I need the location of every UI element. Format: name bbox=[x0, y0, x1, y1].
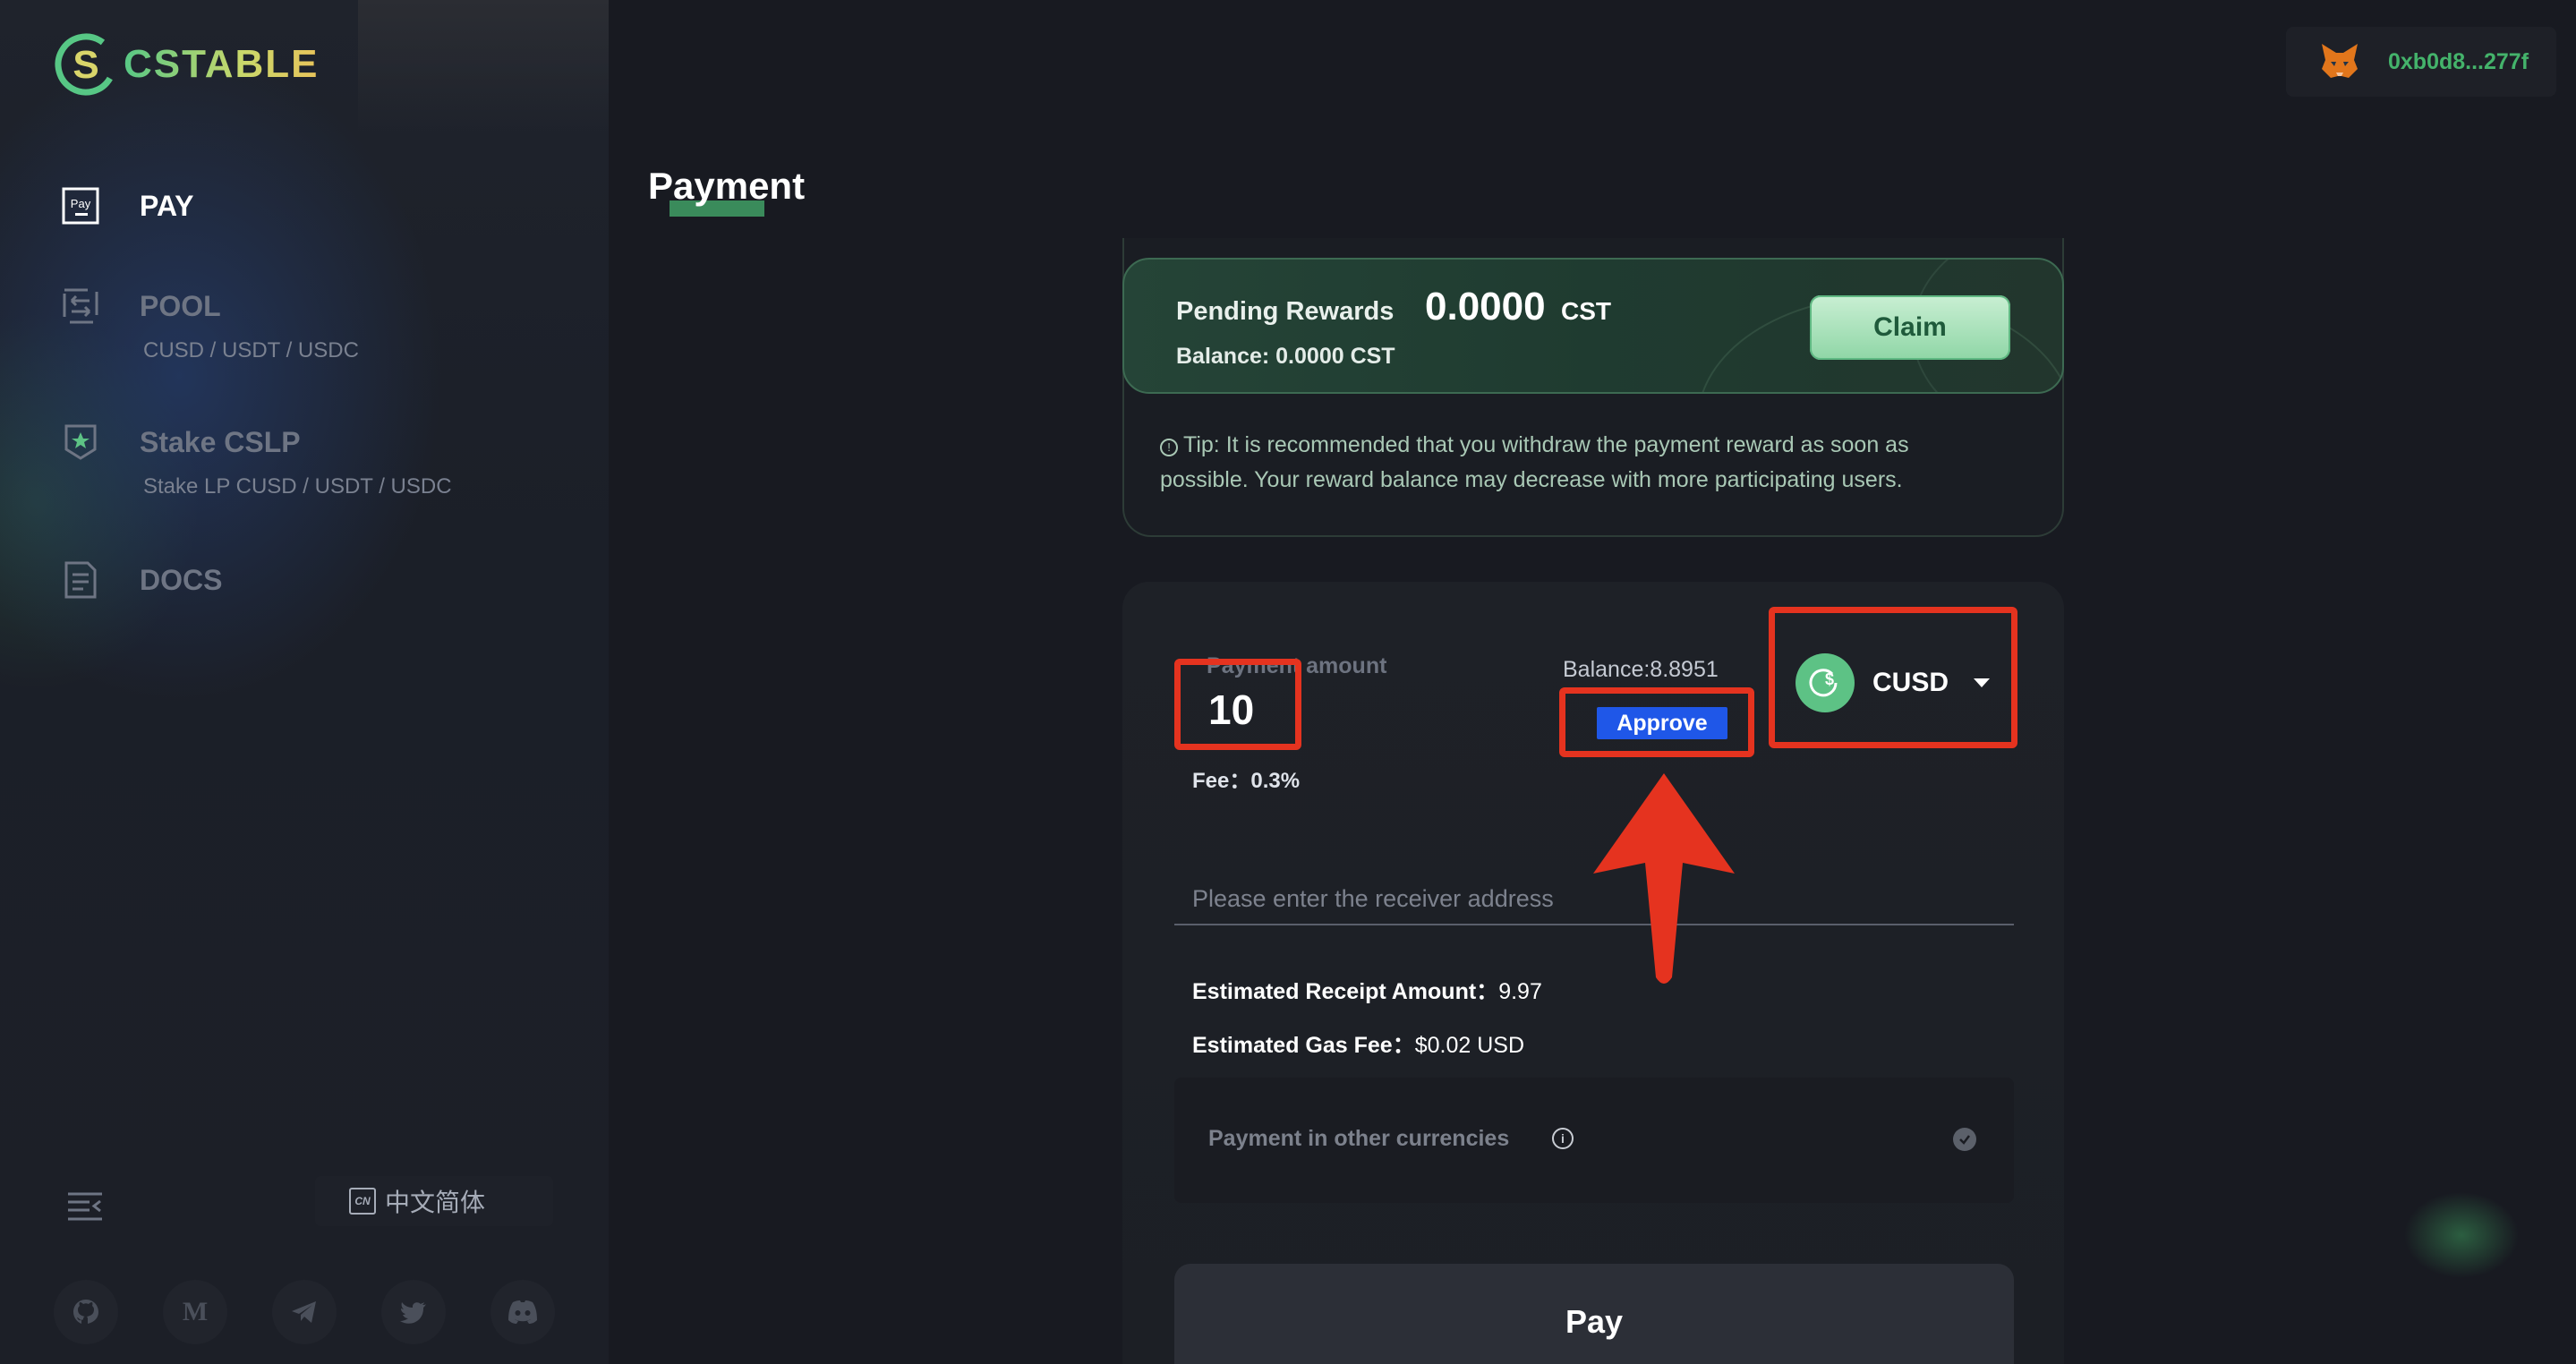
fee-text: Fee：0.3% bbox=[1192, 769, 1301, 793]
discord-icon bbox=[508, 1300, 537, 1324]
sidebar-item-docs[interactable]: DOCS bbox=[61, 560, 222, 600]
claim-button[interactable]: Claim bbox=[1810, 295, 2010, 360]
wallet-address: 0xb0d8...277f bbox=[2388, 48, 2529, 74]
language-switch-button[interactable]: CN 中文简体 bbox=[315, 1176, 553, 1226]
sidebar-item-sublabel: CUSD / USDT / USDC bbox=[143, 338, 359, 362]
check-circle-icon[interactable] bbox=[1953, 1128, 1976, 1151]
sidebar-item-pay[interactable]: Pay PAY bbox=[61, 186, 193, 226]
sidebar-item-sublabel: Stake LP CUSD / USDT / USDC bbox=[143, 474, 452, 499]
pending-rewards-value: 0.0000 bbox=[1425, 285, 1546, 328]
telegram-icon bbox=[292, 1301, 316, 1323]
wallet-button[interactable]: 0xb0d8...277f bbox=[2286, 27, 2556, 97]
annotation-box-approve bbox=[1559, 687, 1754, 757]
cn-flag-icon: CN bbox=[349, 1188, 376, 1215]
sidebar-item-pool[interactable]: POOL CUSD / USDT / USDC bbox=[61, 286, 359, 363]
medium-icon: M bbox=[182, 1297, 209, 1326]
svg-text:Pay: Pay bbox=[71, 197, 91, 210]
twitter-link[interactable] bbox=[381, 1280, 446, 1344]
corner-glow bbox=[2363, 1155, 2576, 1316]
estimated-gas-label: Estimated Gas Fee： bbox=[1192, 1033, 1415, 1058]
docs-icon bbox=[64, 561, 97, 599]
github-icon bbox=[73, 1300, 98, 1324]
brand-name: CSTABLE bbox=[124, 42, 320, 86]
other-currency-label: Payment in other currencies bbox=[1208, 1126, 1510, 1151]
estimated-gas: Estimated Gas Fee：$0.02 USD bbox=[1192, 1027, 1524, 1060]
info-icon[interactable]: i bbox=[1552, 1128, 1574, 1149]
rewards-balance: Balance: 0.0000 CST bbox=[1176, 344, 1395, 369]
collapse-menu-icon[interactable] bbox=[66, 1190, 104, 1223]
page-title: Payment bbox=[648, 165, 806, 207]
discord-link[interactable] bbox=[490, 1280, 555, 1344]
sidebar-item-label: Stake CSLP bbox=[140, 426, 301, 458]
pool-swap-icon bbox=[63, 288, 98, 324]
sidebar-item-stake-cslp[interactable]: Stake CSLP Stake LP CUSD / USDT / USDC bbox=[61, 422, 452, 499]
pay-icon: Pay bbox=[62, 187, 99, 225]
info-icon: ! bbox=[1160, 439, 1178, 456]
cstable-logo-icon: S bbox=[55, 33, 117, 96]
reward-tip: ! Tip: It is recommended that you withdra… bbox=[1160, 428, 1992, 498]
sidebar-glow bbox=[358, 0, 609, 134]
telegram-link[interactable] bbox=[272, 1280, 337, 1344]
svg-text:S: S bbox=[73, 43, 98, 87]
estimated-receipt-label: Estimated Receipt Amount： bbox=[1192, 979, 1499, 1004]
sidebar-item-label: PAY bbox=[140, 190, 194, 222]
pending-rewards-unit: CST bbox=[1561, 297, 1611, 325]
estimated-receipt: Estimated Receipt Amount：9.97 bbox=[1192, 974, 1542, 1006]
metamask-fox-icon bbox=[2322, 44, 2358, 78]
tip-text: Tip: It is recommended that you withdraw… bbox=[1160, 432, 1909, 492]
sidebar-item-label: POOL bbox=[140, 290, 221, 322]
sidebar-item-label: DOCS bbox=[140, 564, 223, 596]
estimated-gas-value: $0.02 USD bbox=[1414, 1033, 1525, 1058]
pay-button[interactable]: Pay bbox=[1174, 1264, 2014, 1364]
language-label: 中文简体 bbox=[385, 1189, 486, 1216]
annotation-arrow-icon bbox=[1593, 773, 1735, 984]
other-currency-toggle[interactable]: Payment in other currencies i bbox=[1174, 1078, 2014, 1203]
pending-rewards-card: Pending Rewards 0.0000 CST Balance: 0.00… bbox=[1122, 258, 2064, 394]
annotation-box-token bbox=[1769, 607, 2017, 748]
brand-logo[interactable]: S CSTABLE bbox=[52, 29, 320, 100]
twitter-icon bbox=[400, 1302, 426, 1324]
estimated-receipt-value: 9.97 bbox=[1498, 979, 1542, 1004]
token-balance: Balance:8.8951 bbox=[1563, 657, 1719, 682]
github-link[interactable] bbox=[54, 1280, 118, 1344]
sidebar: S CSTABLE Pay PAY POOL CUSD / USDT / USD… bbox=[0, 0, 609, 1364]
medium-link[interactable]: M bbox=[163, 1280, 227, 1344]
annotation-box-amount bbox=[1174, 659, 1301, 750]
pending-rewards-label: Pending Rewards bbox=[1176, 297, 1395, 326]
stake-badge-icon bbox=[64, 424, 97, 460]
